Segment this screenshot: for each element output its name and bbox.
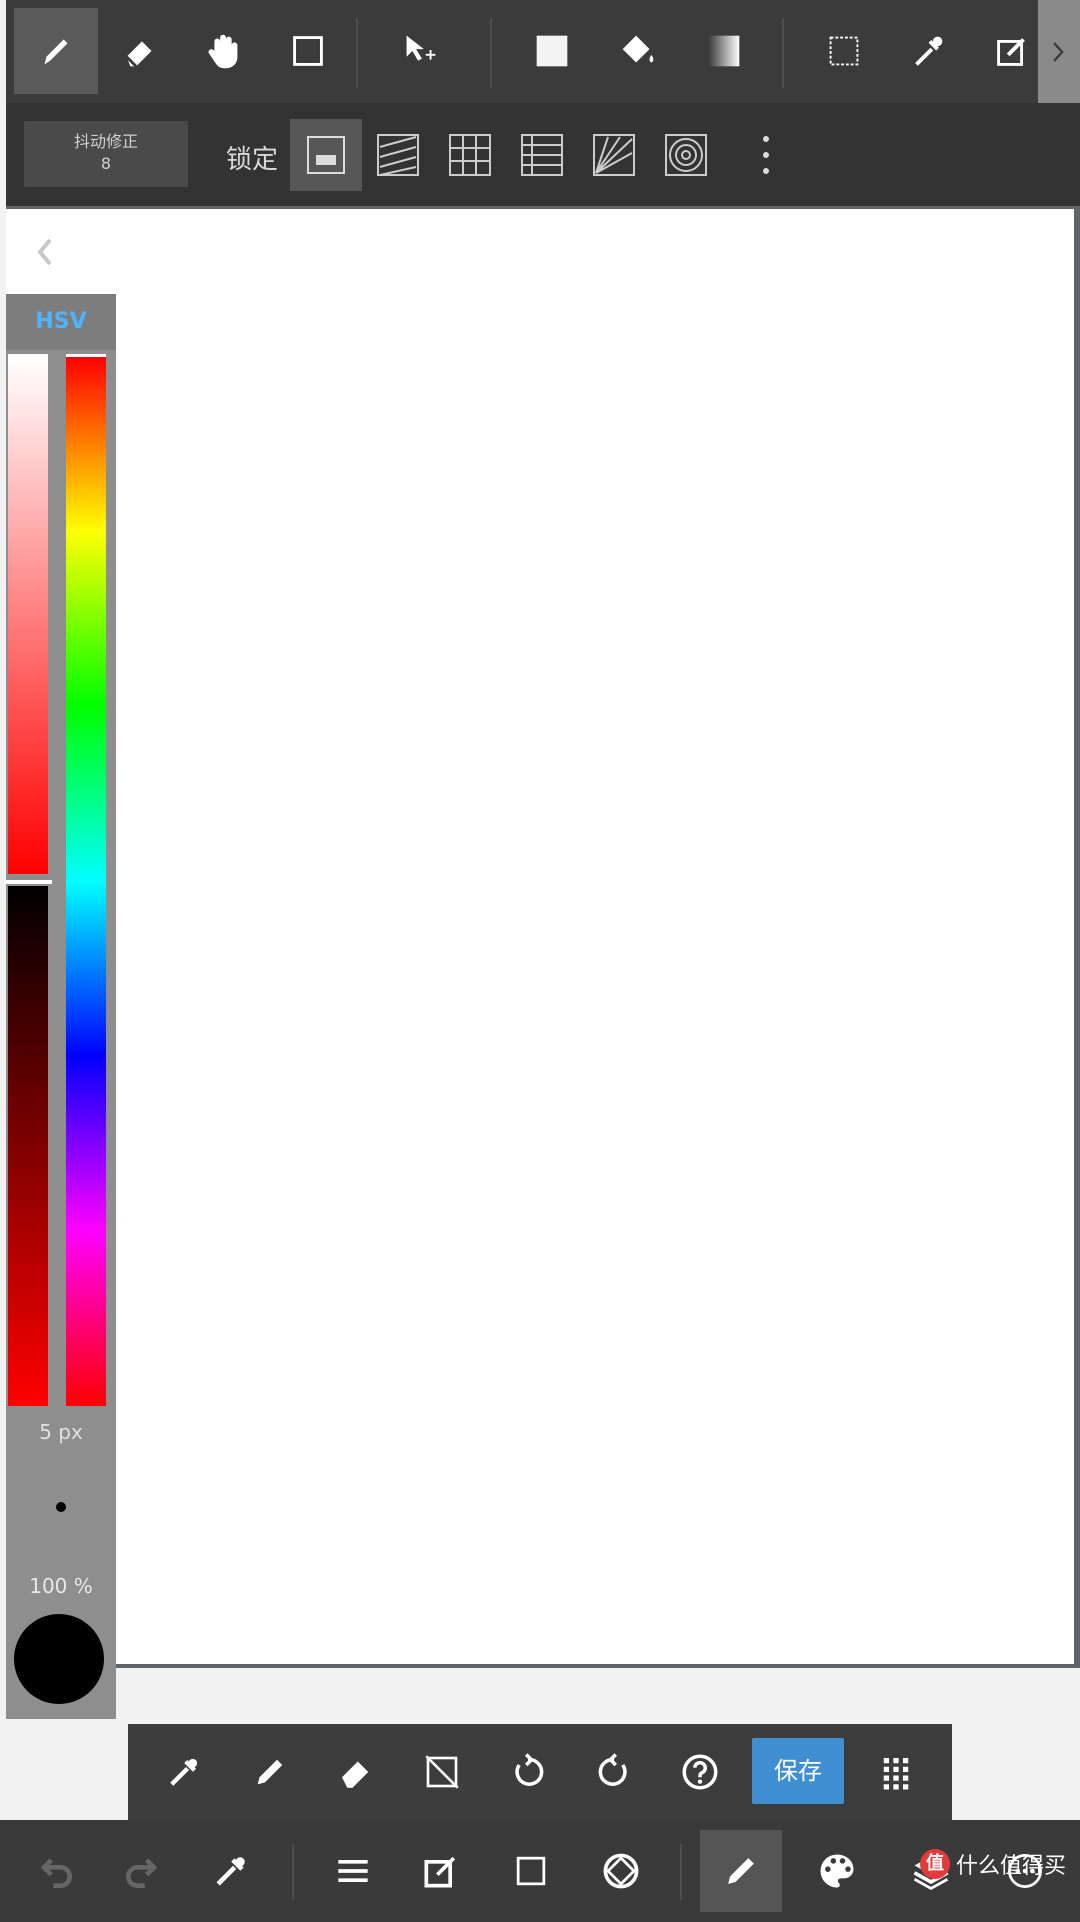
eyedropper-tool[interactable] [886,8,970,94]
quick-redo-button[interactable] [578,1736,650,1808]
redo-button[interactable] [102,1830,184,1912]
edit-icon [997,38,1025,66]
eraser-icon [342,1761,369,1788]
opacity-label: 100 % [29,1574,93,1598]
eyedropper-icon [170,1758,198,1786]
rotate-canvas-button[interactable] [580,1830,662,1912]
quick-eraser-button[interactable] [320,1736,392,1808]
bucket-tool[interactable] [596,8,680,94]
rotate-right-icon [598,1753,627,1786]
select-button[interactable] [490,1830,572,1912]
quick-help-button[interactable] [664,1736,736,1808]
menu-button[interactable] [312,1830,394,1912]
rectangle-icon [293,36,323,66]
brush-icon [44,39,68,65]
redo-icon [126,1858,158,1888]
snap-radial-button[interactable] [578,119,650,191]
snap-lines-button[interactable] [506,119,578,191]
save-button[interactable]: 保存 [752,1738,844,1804]
snap-circle-button[interactable] [650,119,722,191]
snap-grid-button[interactable] [434,119,506,191]
quick-eyedropper-button[interactable] [148,1736,220,1808]
hue-slider[interactable] [66,354,106,1406]
brush-tool[interactable] [14,8,98,94]
stabilizer-value: 8 [100,154,112,173]
bottom-eyedropper-button[interactable] [190,1830,272,1912]
undo-icon [40,1858,72,1888]
saturation-slider[interactable] [8,354,48,874]
hand-icon [208,34,238,69]
help-icon [682,1754,718,1790]
select-rect-tool[interactable] [802,8,886,94]
edit-icon [424,1856,456,1888]
parallel-lines-icon [377,134,419,176]
rectangle-tool[interactable] [266,8,350,94]
snap-toolbar: 抖动修正 8 锁定 [6,103,1080,206]
eraser-icon [125,41,152,68]
palette-icon [820,1854,854,1888]
chevron-left-icon[interactable] [30,232,60,272]
drawing-canvas[interactable] [6,209,1074,1664]
select-rect-icon [829,36,859,66]
watermark-logo: 值 [919,1849,950,1879]
gradient-icon [708,35,740,67]
eraser-tool[interactable] [98,8,182,94]
radial-lines-icon [593,134,635,176]
drawing-app: 抖动修正 8 锁定 HSV 5 px 100 % 保存 值 什么值得买 [0,0,1080,1922]
horizontal-lines-icon [521,134,563,176]
snap-off-icon [307,136,345,174]
rotate-canvas-icon [603,1853,639,1889]
eyedropper-icon [216,1857,245,1886]
brush-icon [257,1759,283,1785]
current-color-swatch[interactable] [14,1614,104,1704]
quick-grid-button[interactable] [860,1736,932,1808]
brush-mode-button[interactable] [700,1830,782,1912]
rotate-left-icon [515,1753,544,1786]
grid-dots-icon [883,1758,909,1790]
undo-button[interactable] [14,1830,96,1912]
brush-icon [728,1858,754,1884]
snap-off-button[interactable] [290,119,362,191]
edit-button[interactable] [400,1830,482,1912]
quick-clear-button[interactable] [406,1736,478,1808]
toolbar-more-button[interactable] [1038,0,1080,103]
lock-label: 锁定 [226,145,279,175]
quick-toolbar: 保存 [128,1724,952,1820]
quick-undo-button[interactable] [492,1736,564,1808]
more-vert-icon[interactable] [756,133,776,177]
stabilizer-label: 抖动修正 [73,132,138,151]
watermark: 值 什么值得买 [919,1848,1066,1880]
hsv-tab[interactable]: HSV [6,294,116,350]
clear-layer-icon [425,1755,459,1789]
bucket-icon [622,35,654,63]
palette-button[interactable] [796,1830,878,1912]
stabilizer-button[interactable]: 抖动修正 8 [24,121,188,187]
move-select-icon [406,35,436,61]
menu-icon [338,1860,368,1882]
gradient-tool[interactable] [682,8,766,94]
brush-size-label: 5 px [39,1420,83,1444]
eyedropper-icon [915,36,943,66]
hand-tool[interactable] [182,8,266,94]
move-select-tool[interactable] [378,8,462,94]
chevron-right-icon [1053,41,1064,62]
concentric-circles-icon [665,134,707,176]
snap-parallel-button[interactable] [362,119,434,191]
fill-square-tool[interactable] [510,8,594,94]
value-slider-handle[interactable] [4,880,52,884]
top-toolbar [6,0,1080,103]
fill-square-icon [536,35,568,67]
quick-brush-button[interactable] [234,1736,306,1808]
bottom-toolbar [0,1820,1080,1922]
watermark-text: 什么值得买 [955,1854,1066,1879]
grid-icon [449,134,491,176]
brush-size-preview [56,1502,66,1512]
square-icon [516,1856,546,1886]
value-slider[interactable] [8,886,48,1406]
